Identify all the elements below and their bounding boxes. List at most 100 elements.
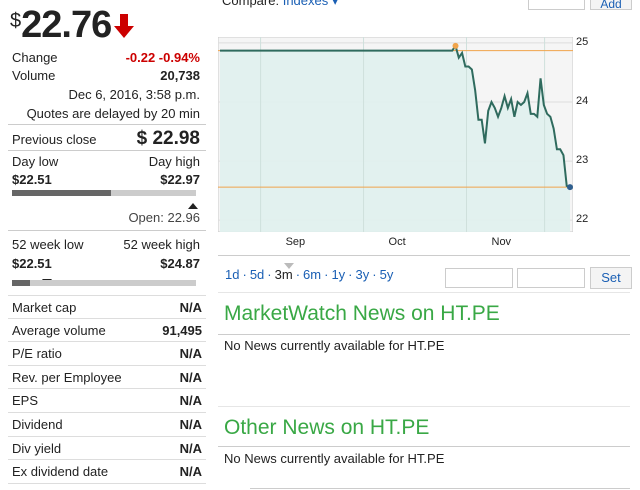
day-low-label: Day low — [12, 154, 59, 169]
stat-value: N/A — [179, 369, 202, 385]
range-option-5y[interactable]: 5y — [380, 267, 394, 282]
prev-close-value: $ 22.98 — [136, 128, 200, 149]
range-option-3m[interactable]: 3m — [275, 267, 293, 282]
stat-value: N/A — [179, 440, 202, 456]
range-option-5d[interactable]: 5d — [250, 267, 264, 282]
divider — [250, 488, 630, 489]
last-price: 22.76 — [21, 4, 112, 46]
week-range-fill — [12, 280, 31, 286]
stat-label: Rev. per Employee — [12, 369, 122, 385]
chart-x-axis: Sep Oct Nov — [218, 236, 573, 250]
compare-select-value: Indexes — [282, 0, 329, 8]
stat-label: Market cap — [12, 300, 77, 315]
change-value: -0.22 -0.94% — [125, 50, 200, 65]
marketwatch-news-empty: No News currently available for HT.PE — [224, 338, 445, 353]
compare-label: Compare: — [222, 0, 280, 8]
stat-row: Ex dividend date N/A — [8, 460, 206, 484]
stat-value: N/A — [179, 300, 202, 315]
stat-label: Div yield — [12, 440, 62, 456]
stat-value: 91,495 — [162, 322, 202, 338]
day-range-track — [12, 190, 196, 196]
currency-symbol: $ — [10, 10, 22, 32]
prev-close-row: Previous close $ 22.98 — [12, 128, 200, 150]
range-separator: · — [348, 267, 353, 282]
price-chart[interactable] — [218, 37, 573, 232]
open-marker — [452, 42, 459, 49]
start-date-input[interactable] — [445, 268, 513, 288]
delay-row: Quotes are delayed by 20 min — [12, 106, 200, 121]
stat-row: Market cap N/A — [8, 295, 206, 319]
marketwatch-news-title: MarketWatch News on HT.PE — [224, 302, 500, 325]
x-tick-label: Nov — [491, 236, 512, 248]
stat-label: EPS — [12, 393, 39, 409]
y-tick-label: 24 — [576, 95, 589, 107]
day-high-value: $22.97 — [160, 172, 200, 187]
other-news-title: Other News on HT.PE — [224, 416, 430, 439]
day-high-label: Day high — [148, 154, 200, 169]
chart-y-axis: 25 24 23 22 — [574, 35, 604, 232]
week-high-label: 52 week high — [123, 237, 200, 252]
stat-label: Ex dividend date — [12, 464, 109, 480]
week-range-labels: 52 week low 52 week high — [12, 237, 200, 252]
stat-label: Dividend — [12, 416, 63, 432]
x-tick-label: Sep — [285, 236, 306, 248]
down-arrow-icon — [113, 14, 135, 45]
day-range-labels: Day low Day high — [12, 154, 200, 169]
stat-value: N/A — [179, 464, 202, 480]
compare-input[interactable] — [528, 0, 585, 10]
change-label: Change — [12, 50, 58, 65]
day-range-values: $22.51 $22.97 — [12, 172, 200, 187]
set-label: Set — [601, 270, 621, 285]
other-news-empty: No News currently available for HT.PE — [224, 451, 445, 466]
stat-row: Div yield N/A — [8, 437, 206, 461]
week-high-value: $24.87 — [160, 256, 200, 271]
quote-datetime: Dec 6, 2016, 3:58 p.m. — [68, 87, 200, 102]
volume-row: Volume 20,738 — [12, 68, 200, 83]
last-price-marker — [567, 184, 573, 191]
range-separator: · — [242, 267, 247, 282]
volume-value: 20,738 — [160, 68, 200, 83]
open-row: Open: 22.96 — [12, 210, 200, 225]
divider — [8, 124, 206, 125]
range-option-3y[interactable]: 3y — [356, 267, 370, 282]
divider — [8, 230, 206, 231]
range-separator: · — [372, 267, 377, 282]
divider — [8, 150, 206, 151]
compare-select[interactable]: Indexes ▾ — [283, 0, 339, 8]
week-low-label: 52 week low — [12, 237, 84, 252]
chevron-down-icon: ▾ — [328, 0, 339, 8]
divider — [218, 334, 630, 335]
y-tick-label: 25 — [576, 35, 589, 48]
week-low-value: $22.51 — [12, 256, 52, 271]
datetime-row: Dec 6, 2016, 3:58 p.m. — [12, 87, 200, 102]
divider — [218, 292, 630, 293]
prev-close-label: Previous close — [12, 131, 97, 147]
stat-row: P/E ratio N/A — [8, 342, 206, 366]
chart-range-selector: 1d · 5d · 3m · 6m · 1y · 3y · 5y — [225, 267, 393, 282]
set-button[interactable]: Set — [590, 267, 632, 289]
volume-label: Volume — [12, 68, 56, 83]
y-tick-label: 23 — [576, 154, 589, 167]
day-low-value: $22.51 — [12, 172, 52, 187]
day-range-fill — [12, 190, 112, 196]
compare-add-label: Add — [600, 0, 622, 11]
x-tick-label: Oct — [388, 236, 406, 248]
end-date-input[interactable] — [517, 268, 585, 288]
range-option-1y[interactable]: 1y — [331, 267, 345, 282]
divider — [218, 255, 630, 256]
stat-row: Average volume 91,495 — [8, 319, 206, 343]
stat-value: N/A — [179, 416, 202, 432]
compare-add-button[interactable]: Add — [590, 0, 632, 11]
range-option-1d[interactable]: 1d — [225, 267, 239, 282]
stat-label: Average volume — [12, 322, 106, 338]
divider — [218, 406, 630, 407]
open-value: Open: 22.96 — [128, 210, 200, 225]
range-option-6m[interactable]: 6m — [303, 267, 321, 282]
range-separator: · — [295, 267, 301, 282]
range-separator: · — [267, 267, 272, 282]
compare-bar: Compare: Indexes ▾ — [222, 0, 338, 9]
stat-value: N/A — [179, 346, 202, 362]
week-range-track — [12, 280, 196, 286]
key-stats-table: Market cap N/A Average volume 91,495 P/E rat… — [8, 295, 206, 484]
week-range-values: $22.51 $24.87 — [12, 256, 200, 271]
